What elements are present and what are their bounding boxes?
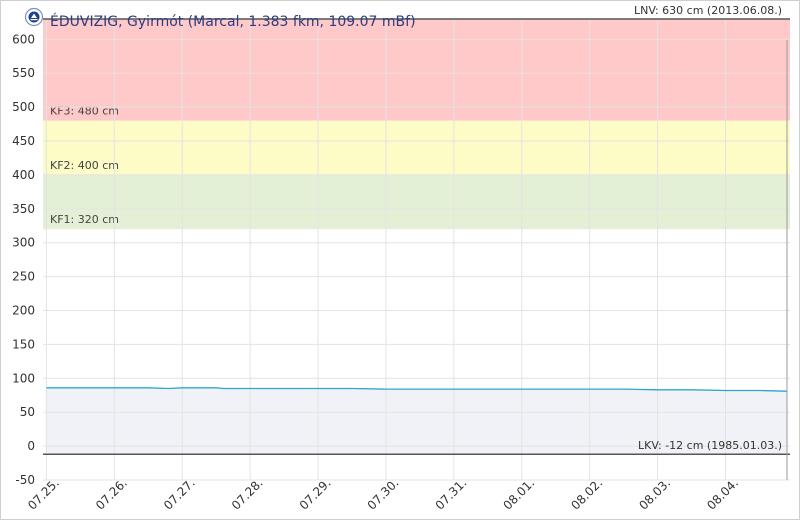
- x-tick-label: 07.30.: [365, 476, 402, 513]
- y-tick-label: 300: [12, 236, 35, 250]
- threshold-band-3: [43, 174, 790, 230]
- x-tick-label: 07.26.: [93, 476, 130, 513]
- chart-title: ÉDUVIZIG, Gyirmót (Marcal, 1.383 fkm, 10…: [50, 13, 416, 30]
- reference-line-label-2: LKV: -12 cm (1985.01.03.): [638, 439, 782, 452]
- y-tick-label: -50: [15, 473, 35, 487]
- x-tick-label: 07.28.: [229, 476, 266, 513]
- bands-layer: KF3: 480 cmKF2: 400 cmKF1: 320 cm: [43, 19, 790, 230]
- x-tick-label: 08.02.: [568, 476, 605, 513]
- y-tick-label: 600: [12, 32, 35, 46]
- y-tick-label: 100: [12, 371, 35, 385]
- threshold-band-2: [43, 120, 790, 175]
- threshold-band-1: [43, 19, 790, 121]
- x-tick-label: 08.04.: [704, 476, 741, 513]
- chart-canvas: KF3: 480 cmKF2: 400 cmKF1: 320 cm LNV: 6…: [12, 4, 790, 513]
- y-tick-label: 400: [12, 168, 35, 182]
- y-tick-label: 500: [12, 100, 35, 114]
- y-tick-label: 550: [12, 66, 35, 80]
- y-tick-label: 150: [12, 337, 35, 351]
- x-tick-label: 07.29.: [297, 476, 334, 513]
- y-axis-ticks: -50 0 50 100 150 200 250 300 350 400 450 500 550 600: [12, 32, 35, 487]
- y-tick-label: 200: [12, 304, 35, 318]
- chart-header: ÉDUVIZIG, Gyirmót (Marcal, 1.383 fkm, 10…: [24, 7, 416, 30]
- x-tick-label: 07.31.: [433, 476, 470, 513]
- threshold-band-label-3: KF1: 320 cm: [50, 213, 119, 226]
- threshold-band-label-2: KF2: 400 cm: [50, 159, 119, 172]
- x-tick-label: 07.27.: [161, 476, 198, 513]
- y-tick-label: 50: [20, 405, 35, 419]
- x-tick-label: 08.01.: [500, 476, 537, 513]
- logo-icon: [24, 7, 44, 27]
- x-tick-label: 08.03.: [636, 476, 673, 513]
- x-axis-ticks: 07.25. 07.26. 07.27. 07.28. 07.29. 07.30. 07.3…: [25, 476, 741, 513]
- y-tick-label: 350: [12, 202, 35, 216]
- y-tick-label: 0: [27, 439, 35, 453]
- y-tick-label: 450: [12, 134, 35, 148]
- y-tick-label: 250: [12, 270, 35, 284]
- reference-line-label-1: LNV: 630 cm (2013.06.08.): [634, 4, 782, 17]
